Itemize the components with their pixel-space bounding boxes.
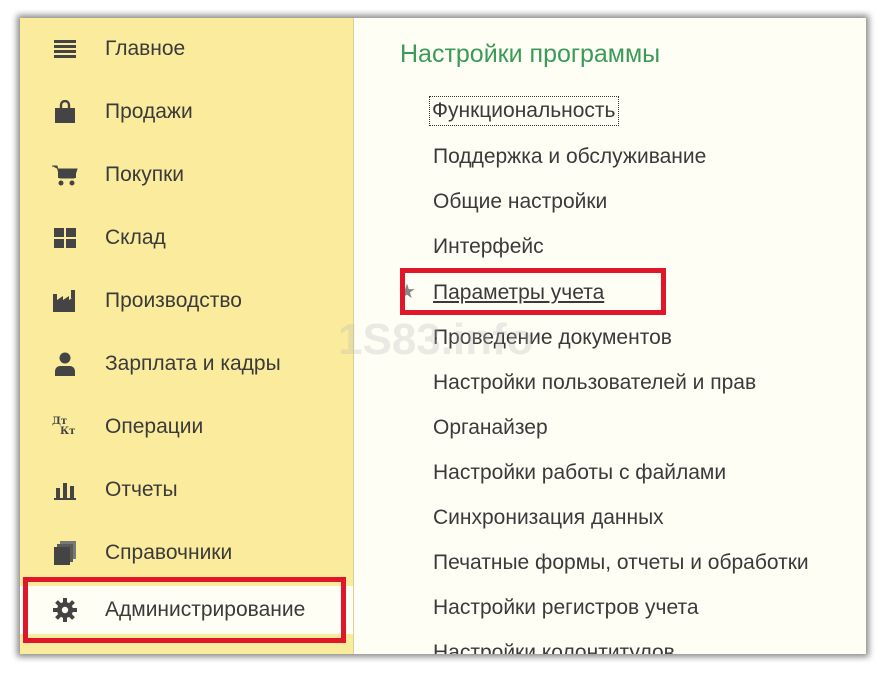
sidebar-item-sales[interactable]: Продажи	[20, 88, 353, 136]
sidebar-item-warehouse[interactable]: Склад	[20, 214, 353, 262]
factory-icon	[52, 288, 78, 314]
link-register-settings[interactable]: Настройки регистров учета	[433, 595, 699, 621]
sidebar-item-main[interactable]: Главное	[20, 25, 353, 73]
page-title: Настройки программы	[400, 40, 661, 68]
bar-chart-icon	[52, 477, 78, 503]
sidebar-item-label: Отчеты	[105, 478, 178, 501]
sidebar-item-catalogs[interactable]: Справочники	[20, 529, 353, 577]
settings-panel: Настройки программы Функциональность Под…	[354, 18, 866, 654]
app-window: Главное Продажи Покупки Склад Производст	[20, 18, 866, 654]
link-header-footer-settings[interactable]: Настройки колонтитулов	[433, 640, 675, 654]
link-document-posting[interactable]: Проведение документов	[433, 325, 672, 351]
kt-label: Кт	[60, 426, 76, 437]
link-general-settings[interactable]: Общие настройки	[433, 189, 607, 215]
sidebar-item-label: Операции	[105, 415, 204, 438]
menu-lines-icon	[52, 36, 78, 62]
star-icon[interactable]: ★	[398, 279, 416, 304]
sidebar-item-label: Главное	[105, 37, 186, 60]
sidebar-item-salary-hr[interactable]: Зарплата и кадры	[20, 340, 353, 388]
sidebar-item-purchases[interactable]: Покупки	[20, 151, 353, 199]
sidebar-item-operations[interactable]: Дт Кт Операции	[20, 403, 353, 451]
link-print-forms-reports[interactable]: Печатные формы, отчеты и обработки	[433, 550, 809, 576]
sidebar-item-production[interactable]: Производство	[20, 277, 353, 325]
link-accounting-parameters[interactable]: Параметры учета	[433, 280, 604, 306]
cart-icon	[52, 162, 78, 188]
link-functionality[interactable]: Функциональность	[429, 96, 619, 126]
link-file-settings[interactable]: Настройки работы с файлами	[433, 460, 726, 486]
link-data-sync[interactable]: Синхронизация данных	[433, 505, 664, 531]
dt-kt-icon: Дт Кт	[52, 414, 78, 440]
sidebar-item-administration[interactable]: Администрирование	[20, 586, 353, 634]
gear-icon	[52, 597, 78, 623]
sidebar-item-label: Продажи	[105, 100, 193, 123]
link-user-rights-settings[interactable]: Настройки пользователей и прав	[433, 370, 756, 396]
warehouse-grid-icon	[52, 225, 78, 251]
person-icon	[52, 351, 78, 377]
sidebar-item-label: Производство	[105, 289, 242, 312]
shopping-bag-icon	[52, 99, 78, 125]
sections-panel: Главное Продажи Покупки Склад Производст	[20, 18, 353, 654]
sidebar-item-label: Администрирование	[105, 598, 306, 621]
documents-icon	[52, 540, 78, 566]
sidebar-item-reports[interactable]: Отчеты	[20, 466, 353, 514]
sidebar-item-label: Склад	[105, 226, 166, 249]
link-support-maintenance[interactable]: Поддержка и обслуживание	[433, 144, 706, 170]
sidebar-item-label: Справочники	[105, 541, 233, 564]
link-interface[interactable]: Интерфейс	[433, 234, 544, 260]
sidebar-item-label: Покупки	[105, 163, 184, 186]
link-organizer[interactable]: Органайзер	[433, 415, 548, 441]
sidebar-item-label: Зарплата и кадры	[105, 352, 281, 375]
